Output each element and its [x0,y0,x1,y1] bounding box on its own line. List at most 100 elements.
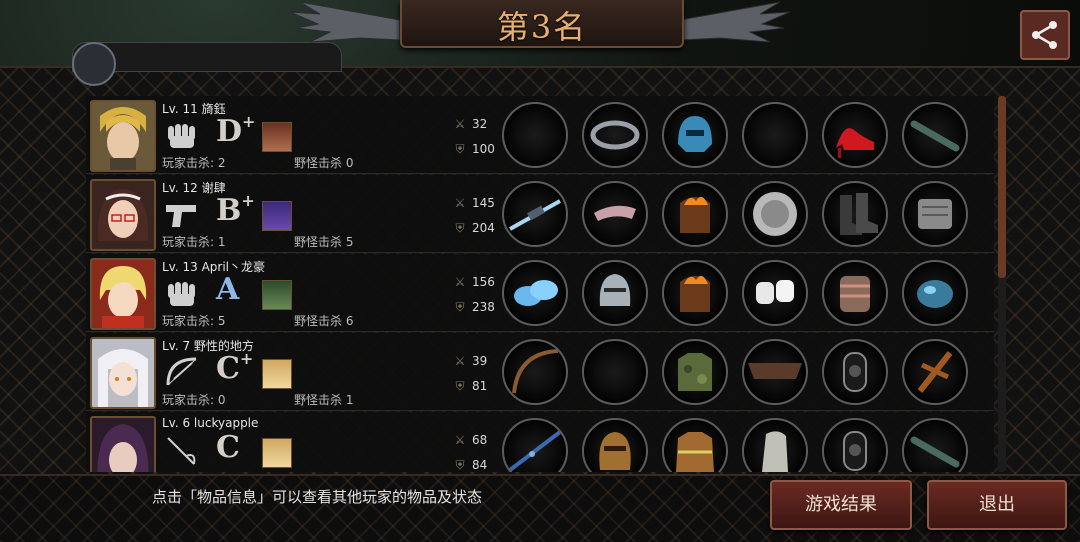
wooden-cross-icon [917,351,953,393]
item-slot[interactable] [502,339,568,405]
item-slot[interactable] [662,339,728,405]
firefighter-coat-icon [676,432,714,472]
knight-helmet-icon [599,274,631,306]
item-slot[interactable] [582,102,648,168]
ice-gauntlets-icon [514,280,558,306]
player-list[interactable]: Lv. 11 旖鈺 D+ 玩家击杀: 2 野怪击杀 0 ⚔ 32 ⛨ 100 Lv.… [86,96,994,472]
monster-kills: 野怪击杀 1 [294,393,354,407]
black-headband-icon [590,120,640,150]
wooden-bow-icon [512,349,559,394]
item-slot[interactable] [902,181,968,247]
item-slot[interactable] [742,418,808,472]
defense-stat: ⛨ 84 [452,458,487,472]
metal-disc-icon [753,192,797,236]
player-row[interactable]: Lv. 13 April丶龙豪 A 玩家击杀: 5 野怪击杀 6 ⚔ 156 ⛨ 2… [86,254,994,332]
item-slot-empty[interactable] [582,339,648,405]
bronze-helmet-icon [599,432,631,470]
item-slot[interactable] [902,418,968,472]
item-slot[interactable] [662,260,728,326]
share-button[interactable] [1020,10,1070,60]
player-kills: 玩家击杀: 1 [162,235,226,249]
player-grade: B+ [216,191,255,228]
rapier-icon [167,437,196,465]
fist-icon [168,282,195,306]
item-slot[interactable] [502,418,568,472]
red-high-heel-icon [836,128,874,158]
player-avatar[interactable] [90,179,156,251]
crossed-swords-icon: ⚔ [454,354,466,368]
item-slot[interactable] [662,418,728,472]
shield-icon: ⛨ [455,221,465,235]
player-row[interactable]: Lv. 6 luckyapple C ⚔ 68 ⛨ 84 [86,412,994,472]
item-slot[interactable] [902,339,968,405]
dark-stick-icon [910,436,960,468]
item-slot[interactable] [822,102,888,168]
defense-stat: ⛨ 204 [452,221,494,236]
item-slot[interactable] [822,181,888,247]
player-kills: 玩家击杀: 0 [162,393,226,407]
fist-icon [168,124,195,148]
item-slot[interactable] [742,260,808,326]
item-slot[interactable] [902,102,968,168]
exit-button[interactable]: 退出 [927,480,1067,530]
left-wing-icon [290,1,400,43]
blue-spear-icon [508,430,562,472]
attack-stat: ⚔ 156 [452,275,495,289]
item-slot[interactable] [742,339,808,405]
item-slot[interactable] [902,260,968,326]
item-slot[interactable] [502,260,568,326]
player-row[interactable]: Lv. 12 谢肆 B+ 玩家击杀: 1 野怪击杀 5 ⚔ 145 ⛨ 204 [86,175,994,253]
item-slot[interactable] [582,418,648,472]
item-slot-empty[interactable] [502,102,568,168]
item-slot[interactable] [822,339,888,405]
silver-glove-icon [762,431,788,472]
blue-orb-icon [917,280,953,308]
item-slot[interactable] [822,418,888,472]
attack-stat: ⚔ 145 [452,196,495,210]
player-avatar[interactable] [90,258,156,330]
player-row[interactable]: Lv. 11 旖鈺 D+ 玩家击杀: 2 野怪击杀 0 ⚔ 32 ⛨ 100 [86,96,994,174]
player-level-name: Lv. 13 April丶龙豪 [162,260,265,274]
crossed-swords-icon: ⚔ [454,433,466,447]
item-slot[interactable] [822,260,888,326]
character-thumbnail [262,280,292,310]
flaming-armor-icon [680,275,710,312]
character-thumbnail [262,122,292,152]
attack-stat: ⚔ 32 [452,117,488,131]
item-slot[interactable] [582,181,648,247]
player-kills: 玩家击杀: 5 [162,314,226,328]
player-row[interactable]: Lv. 7 野性的地方 C+ 玩家击杀: 0 野怪击杀 1 ⚔ 39 ⛨ 81 [86,333,994,411]
monster-kills: 野怪击杀 6 [294,314,354,328]
player-avatar[interactable] [90,416,156,472]
player-grade: D+ [216,112,256,149]
list-scrollbar[interactable] [998,96,1006,472]
shield-icon: ⛨ [455,300,465,314]
gray-armguard-icon [918,199,952,229]
player-avatar[interactable] [90,337,156,409]
player-avatar[interactable] [90,100,156,172]
shield-icon: ⛨ [455,379,465,393]
defense-stat: ⛨ 100 [452,142,494,157]
monster-kills: 野怪击杀 5 [294,235,354,249]
player-kills: 玩家击杀: 2 [162,156,226,170]
pistol-icon [166,205,196,227]
share-icon [1032,21,1057,49]
white-bandage-icon [756,280,794,304]
scrollbar-thumb[interactable] [998,96,1006,278]
character-thumbnail [262,438,292,468]
flaming-armor-icon [680,196,710,233]
footer-bar [0,474,1080,542]
laser-rifle-icon [509,199,561,231]
item-slot-empty[interactable] [742,102,808,168]
game-result-button[interactable]: 游戏结果 [770,480,912,530]
crossed-swords-icon: ⚔ [454,275,466,289]
item-slot[interactable] [502,181,568,247]
rank-title: 第3名 [496,8,588,46]
item-slot[interactable] [662,181,728,247]
item-slot[interactable] [742,181,808,247]
item-slot[interactable] [582,260,648,326]
shield-icon: ⛨ [455,142,465,156]
wrapped-bracer-icon [840,276,870,312]
item-slot[interactable] [662,102,728,168]
black-kneepad-icon [843,431,867,471]
